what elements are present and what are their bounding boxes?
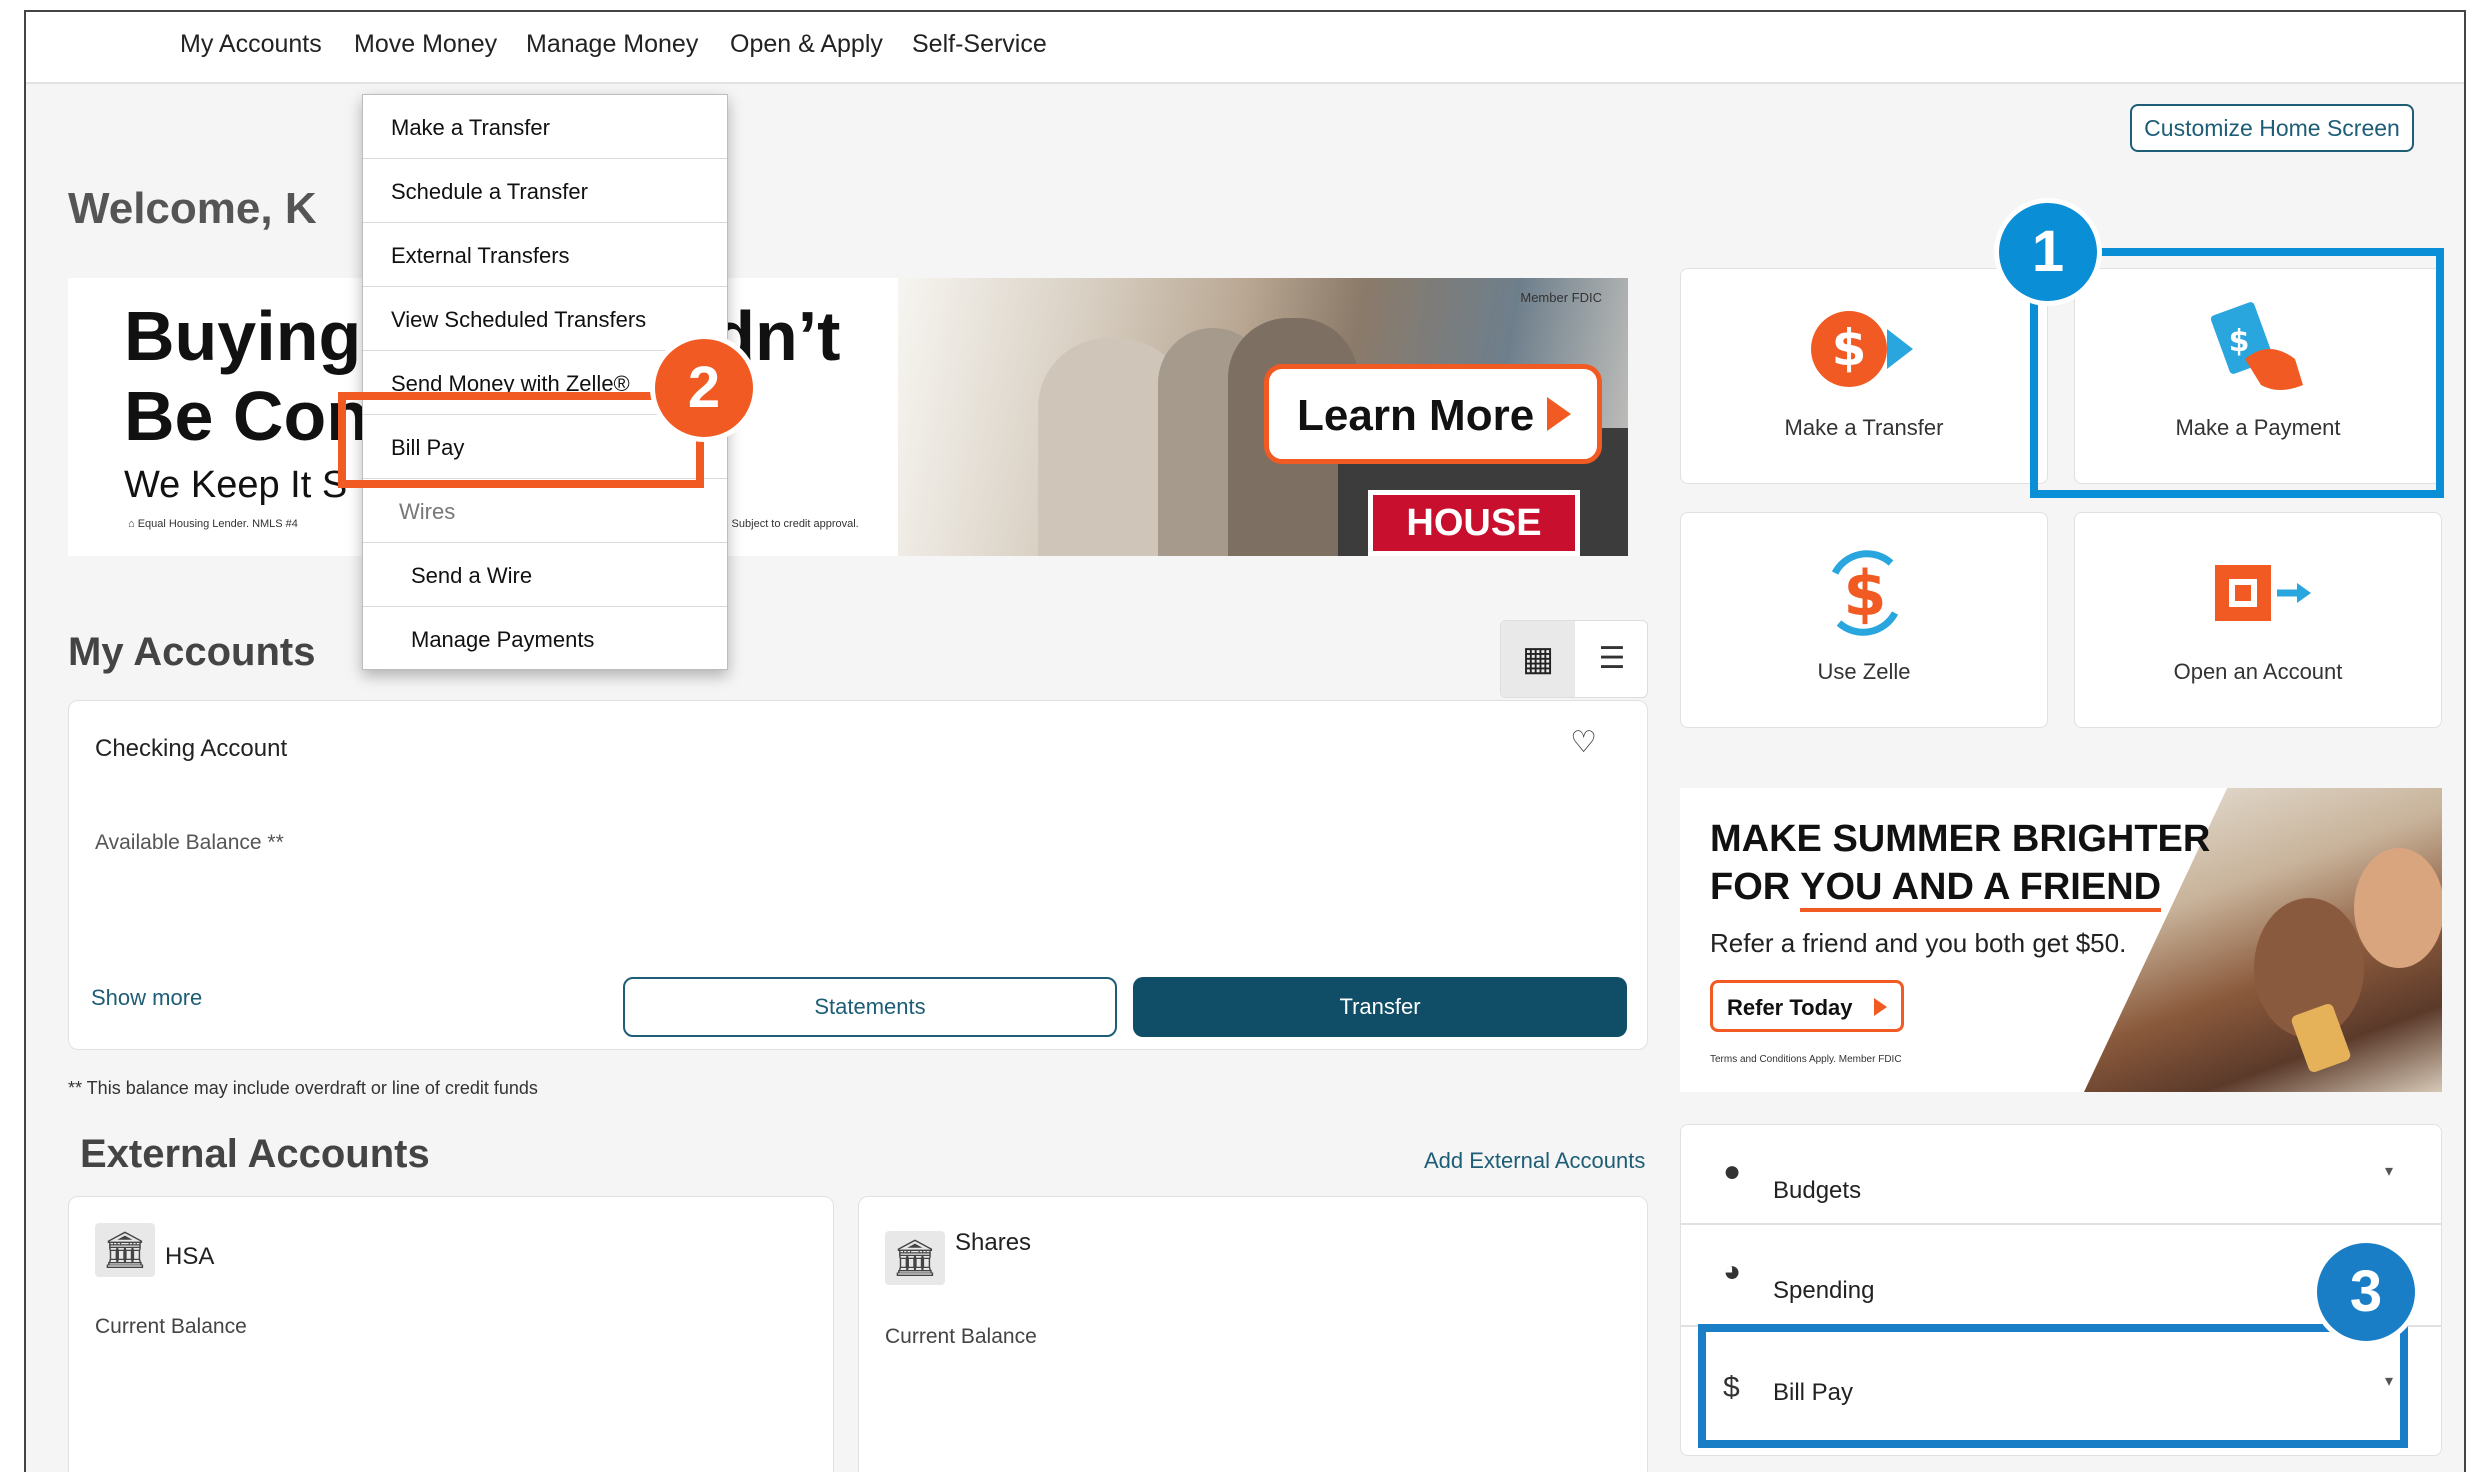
my-accounts-title: My Accounts <box>68 630 316 674</box>
promo-headline-1: MAKE SUMMER BRIGHTER <box>1710 818 2211 860</box>
menu-item-send-wire[interactable]: Send a Wire <box>363 543 727 607</box>
house-sign: HOUSE <box>1368 490 1580 556</box>
highlight-bill-pay-menu <box>338 392 704 488</box>
current-balance-label: Current Balance <box>95 1315 247 1338</box>
tool-budgets[interactable]: ● Budgets ▾ <box>1680 1124 2442 1224</box>
quick-action-open-account[interactable]: Open an Account <box>2074 512 2442 728</box>
nav-manage-money[interactable]: Manage Money <box>526 30 698 59</box>
app-frame: My Accounts Move Money Manage Money Open… <box>24 10 2466 1472</box>
external-accounts-title: External Accounts <box>80 1132 430 1176</box>
menu-group-wires: Wires <box>363 479 727 543</box>
step-badge-1: 1 <box>1994 198 2102 306</box>
bank-icon: 🏛 <box>95 1223 155 1277</box>
highlight-bill-pay-tool <box>1698 1324 2408 1448</box>
menu-item-schedule-transfer[interactable]: Schedule a Transfer <box>363 159 727 223</box>
current-balance-label: Current Balance <box>885 1325 1037 1348</box>
welcome-heading: Welcome, K <box>68 184 317 233</box>
svg-text:$: $ <box>1843 557 1886 630</box>
external-account-name: Shares <box>955 1229 1032 1256</box>
view-toggle: ▦ ☰ <box>1500 620 1648 698</box>
refer-today-button[interactable]: Refer Today <box>1710 980 1904 1032</box>
transfer-button[interactable]: Transfer <box>1133 977 1627 1037</box>
home-banner[interactable]: Buying uldn’t Be Con We Keep It S ⌂ Equal… <box>68 278 1628 556</box>
quick-action-make-transfer[interactable]: $ Make a Transfer <box>1680 268 2048 484</box>
step-badge-2: 2 <box>650 334 758 442</box>
grid-view-icon[interactable]: ▦ <box>1501 621 1575 697</box>
quick-action-use-zelle[interactable]: $ Use Zelle <box>1680 512 2048 728</box>
external-account-name: HSA <box>165 1243 215 1270</box>
open-account-icon <box>2215 565 2311 621</box>
quick-action-label: Open an Account <box>2173 659 2343 684</box>
promo-legal: Terms and Conditions Apply. Member FDIC <box>1710 1054 1902 1065</box>
photo-person-2 <box>2354 848 2442 968</box>
favorite-heart-icon[interactable]: ♡ <box>1570 725 1597 760</box>
add-external-accounts-link[interactable]: Add External Accounts <box>1424 1148 1645 1174</box>
menu-item-make-transfer[interactable]: Make a Transfer <box>363 95 727 159</box>
banner-subline: We Keep It S <box>124 464 348 506</box>
refer-today-label: Refer Today <box>1727 995 1853 1020</box>
menu-item-external-transfers[interactable]: External Transfers <box>363 223 727 287</box>
chevron-down-icon[interactable]: ▾ <box>2385 1161 2393 1181</box>
customize-home-button[interactable]: Customize Home Screen <box>2130 104 2414 152</box>
svg-text:$: $ <box>1832 319 1867 377</box>
zelle-dollar-icon: $ <box>1831 550 1899 636</box>
quick-action-label: Use Zelle <box>1817 659 1911 684</box>
balance-footnote: ** This balance may include overdraft or… <box>68 1078 538 1098</box>
list-view-icon[interactable]: ☰ <box>1575 621 1649 697</box>
play-arrow-icon <box>1547 397 1571 431</box>
banner-legal-left: ⌂ Equal Housing Lender. NMLS #4 <box>128 518 298 530</box>
house-icon: ⌂ <box>128 518 138 530</box>
external-account-card-hsa[interactable]: 🏛 HSA Current Balance <box>68 1196 834 1472</box>
learn-more-button[interactable]: Learn More <box>1264 364 1602 464</box>
tool-label: Budgets <box>1773 1177 1862 1204</box>
available-balance-label: Available Balance ** <box>95 831 284 854</box>
referral-promo-banner[interactable]: MAKE SUMMER BRIGHTER FOR YOU AND A FRIEN… <box>1680 788 2442 1092</box>
step-badge-3: 3 <box>2312 1238 2420 1346</box>
learn-more-label: Learn More <box>1297 391 1535 440</box>
banner-legal-right: s Subject to credit approval. <box>723 518 859 530</box>
tool-label: Spending <box>1773 1277 1875 1304</box>
promo-subline: Refer a friend and you both get $50. <box>1710 928 2127 958</box>
show-more-link[interactable]: Show more <box>91 985 202 1011</box>
external-account-card-shares[interactable]: 🏛 Shares Current Balance <box>858 1196 1648 1472</box>
top-navigation: My Accounts Move Money Manage Money Open… <box>26 12 2464 84</box>
bank-icon: 🏛 <box>885 1231 945 1285</box>
highlight-make-payment <box>2030 248 2444 498</box>
menu-item-manage-payments[interactable]: Manage Payments <box>363 607 727 671</box>
account-name: Checking Account <box>95 735 288 762</box>
bubbles-icon: ● <box>1723 1155 1742 1188</box>
pie-chart-icon: ◕ <box>1723 1255 1742 1288</box>
checking-account-card[interactable]: Checking Account ♡ Available Balance ** … <box>68 700 1648 1050</box>
statements-button[interactable]: Statements <box>623 977 1117 1037</box>
menu-item-view-scheduled[interactable]: View Scheduled Transfers <box>363 287 727 351</box>
dollar-transfer-icon: $ <box>1811 311 1913 387</box>
quick-action-label: Make a Transfer <box>1784 415 1944 440</box>
play-arrow-icon <box>1874 998 1887 1016</box>
nav-open-apply[interactable]: Open & Apply <box>730 30 883 59</box>
banner-headline-1: Buying uldn’t <box>124 297 841 375</box>
banner-headline-2: Be Con <box>124 377 369 455</box>
nav-my-accounts[interactable]: My Accounts <box>180 30 322 59</box>
nav-move-money[interactable]: Move Money <box>354 30 497 59</box>
nav-self-service[interactable]: Self-Service <box>912 30 1047 59</box>
banner-fdic: Member FDIC <box>1520 290 1602 305</box>
promo-headline-2: FOR YOU AND A FRIEND <box>1710 866 2162 912</box>
